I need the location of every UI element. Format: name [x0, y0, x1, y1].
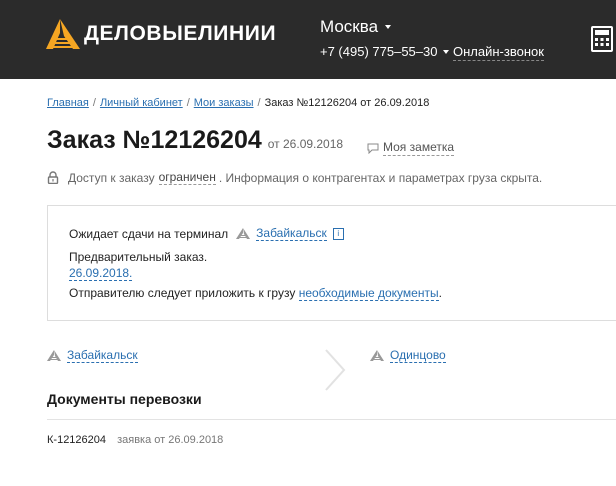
logo[interactable]: ДЕЛОВЫЕЛИНИИ — [46, 17, 276, 51]
calculator-icon[interactable] — [591, 26, 615, 52]
route-origin: Забайкальск — [47, 348, 138, 363]
order-status-panel: Ожидает сдачи на терминал Забайкальск i … — [47, 205, 616, 321]
order-header: Заказ №12126204 от 26.09.2018 — [47, 126, 343, 155]
sender-docs-text: Отправителю следует приложить к грузу — [69, 286, 296, 300]
status-date-link[interactable]: 26.09.2018. — [69, 266, 133, 281]
logo-text: ДЕЛОВЫЕЛИНИИ — [84, 22, 277, 45]
info-icon[interactable]: i — [332, 227, 344, 240]
access-suffix: . Информация о контрагентах и параметрах… — [218, 170, 543, 185]
access-prefix: Доступ к заказу — [68, 170, 155, 185]
breadcrumb: Главная / Личный кабинет / Мои заказы / Заказ … — [47, 97, 429, 109]
status-awaiting: Ожидает сдачи на терминал Забайкальск i — [69, 226, 344, 241]
access-restricted-link[interactable]: ограничен — [158, 170, 216, 185]
breadcrumb-current: Заказ №12126204 от 26.09.2018 — [264, 97, 430, 109]
chevron-right-icon — [325, 349, 346, 391]
breadcrumb-orders[interactable]: Мои заказы — [194, 97, 254, 109]
lock-icon — [47, 171, 59, 184]
origin-terminal-link[interactable]: Забайкальск — [67, 348, 138, 363]
my-note-button[interactable]: Моя заметка — [367, 140, 455, 156]
route-destination: Одинцово — [370, 348, 446, 363]
site-header: ДЕЛОВЫЕЛИНИИ Москва +7 (495) 775–55–30 О… — [0, 0, 616, 79]
terminal-link[interactable]: Забайкальск — [256, 226, 327, 241]
sender-docs-period: . — [438, 286, 442, 300]
sender-docs-notice: Отправителю следует приложить к грузу не… — [69, 286, 442, 301]
page-title: Заказ №12126204 — [47, 126, 262, 154]
access-notice: Доступ к заказу ограничен . Информация о… — [47, 170, 542, 185]
chevron-down-icon — [385, 25, 392, 29]
city-selector[interactable]: Москва — [320, 17, 392, 37]
breadcrumb-separator: / — [257, 97, 261, 109]
terminal-icon — [236, 228, 251, 239]
breadcrumb-account[interactable]: Личный кабинет — [100, 97, 183, 109]
breadcrumb-separator: / — [186, 97, 190, 109]
breadcrumb-separator: / — [92, 97, 96, 109]
city-label: Москва — [320, 17, 379, 36]
breadcrumb-home[interactable]: Главная — [47, 97, 89, 109]
documents-title: Документы перевозки — [47, 391, 202, 407]
phone-selector[interactable]: +7 (495) 775–55–30 — [320, 44, 450, 59]
document-number: К-12126204 — [47, 434, 107, 446]
preorder-text: Предварительный заказ. — [69, 250, 208, 264]
online-call-link[interactable]: Онлайн-звонок — [453, 44, 544, 61]
required-docs-link[interactable]: необходимые документы — [298, 286, 439, 301]
document-row[interactable]: К-12126204 заявка от 26.09.2018 — [47, 434, 223, 446]
terminal-icon — [370, 350, 384, 361]
logo-icon — [46, 19, 80, 49]
document-description: заявка от 26.09.2018 — [117, 434, 224, 446]
destination-terminal-link[interactable]: Одинцово — [390, 348, 446, 363]
terminal-icon — [47, 350, 61, 361]
comment-icon — [367, 143, 379, 154]
my-note-label: Моя заметка — [383, 140, 455, 156]
status-date: 26.09.2018. — [69, 266, 133, 281]
status-text: Ожидает сдачи на терминал — [69, 226, 229, 241]
chevron-down-icon — [443, 49, 450, 54]
order-date: от 26.09.2018 — [267, 137, 344, 151]
phone-number: +7 (495) 775–55–30 — [320, 44, 438, 59]
divider — [47, 419, 616, 420]
